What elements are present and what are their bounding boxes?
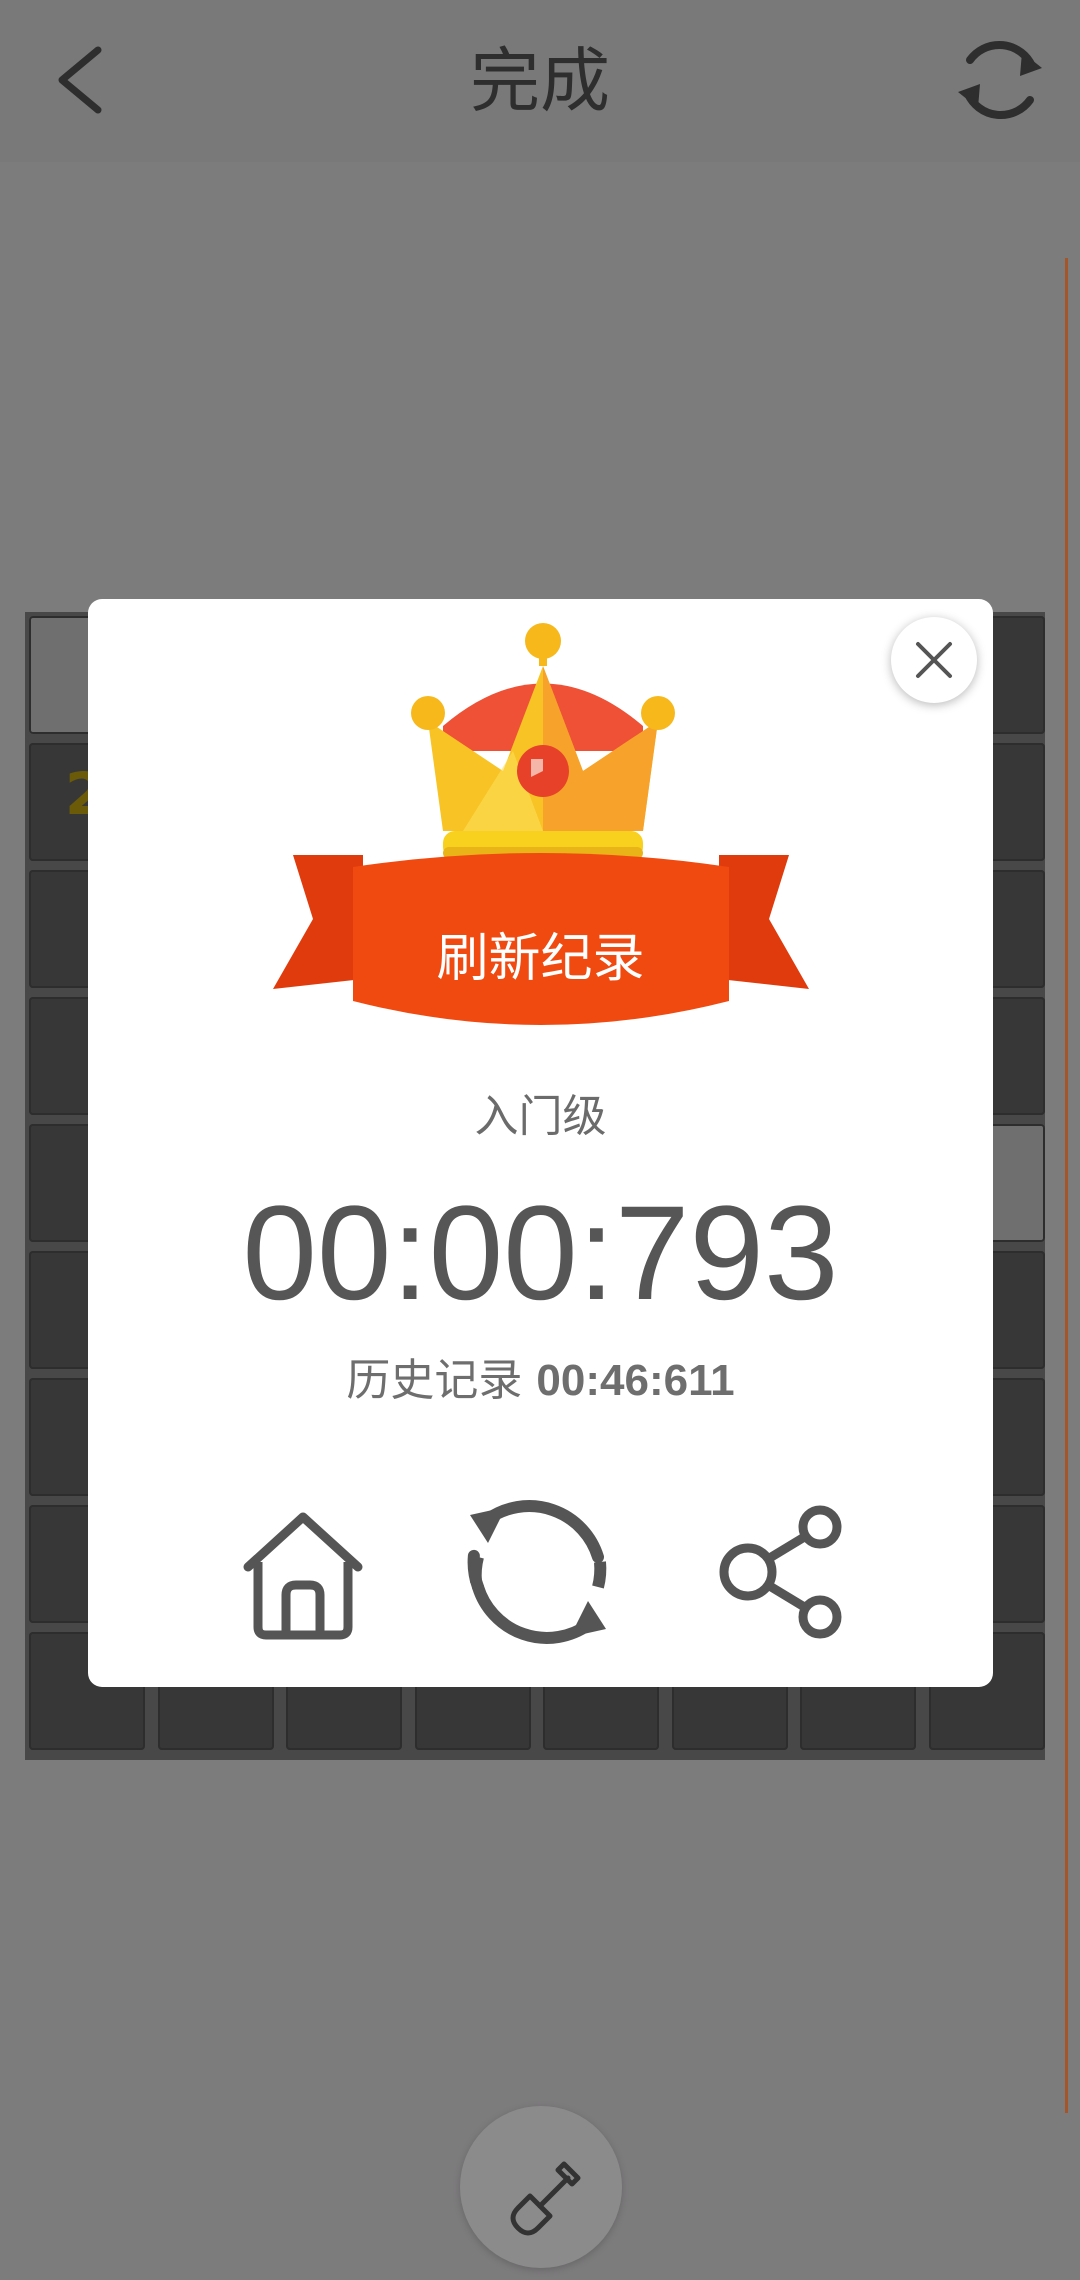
share-icon bbox=[719, 1505, 842, 1639]
crown-icon bbox=[411, 623, 675, 859]
home-button[interactable] bbox=[238, 1487, 368, 1657]
history-label: 历史记录 bbox=[346, 1355, 523, 1406]
page-title: 完成 bbox=[470, 40, 610, 122]
shovel-icon bbox=[510, 2161, 581, 2236]
home-icon bbox=[243, 1512, 363, 1640]
history-record: 历史记录 00:46:611 bbox=[88, 1351, 993, 1411]
replay-icon bbox=[467, 1500, 607, 1644]
history-value: 00:46:611 bbox=[536, 1356, 735, 1405]
screen: 完成 2 刷新纪录 入门级 00:00:793 历史记录 00:46:611 bbox=[0, 0, 1080, 2280]
top-bar: 完成 bbox=[0, 0, 1080, 162]
close-icon bbox=[916, 642, 952, 678]
refresh-button[interactable] bbox=[950, 30, 1050, 130]
elapsed-time: 00:00:793 bbox=[242, 1179, 839, 1328]
result-dialog: 刷新纪录 入门级 00:00:793 历史记录 00:46:611 bbox=[88, 599, 993, 1687]
dig-mode-button[interactable] bbox=[460, 2106, 622, 2268]
close-button[interactable] bbox=[891, 617, 977, 703]
difficulty-level: 入门级 bbox=[474, 1091, 607, 1142]
refresh-icon bbox=[958, 40, 1042, 120]
ribbon-label: 刷新纪录 bbox=[436, 929, 645, 989]
progress-line bbox=[1065, 258, 1068, 2113]
share-button[interactable] bbox=[718, 1487, 848, 1657]
replay-button[interactable] bbox=[448, 1487, 628, 1657]
